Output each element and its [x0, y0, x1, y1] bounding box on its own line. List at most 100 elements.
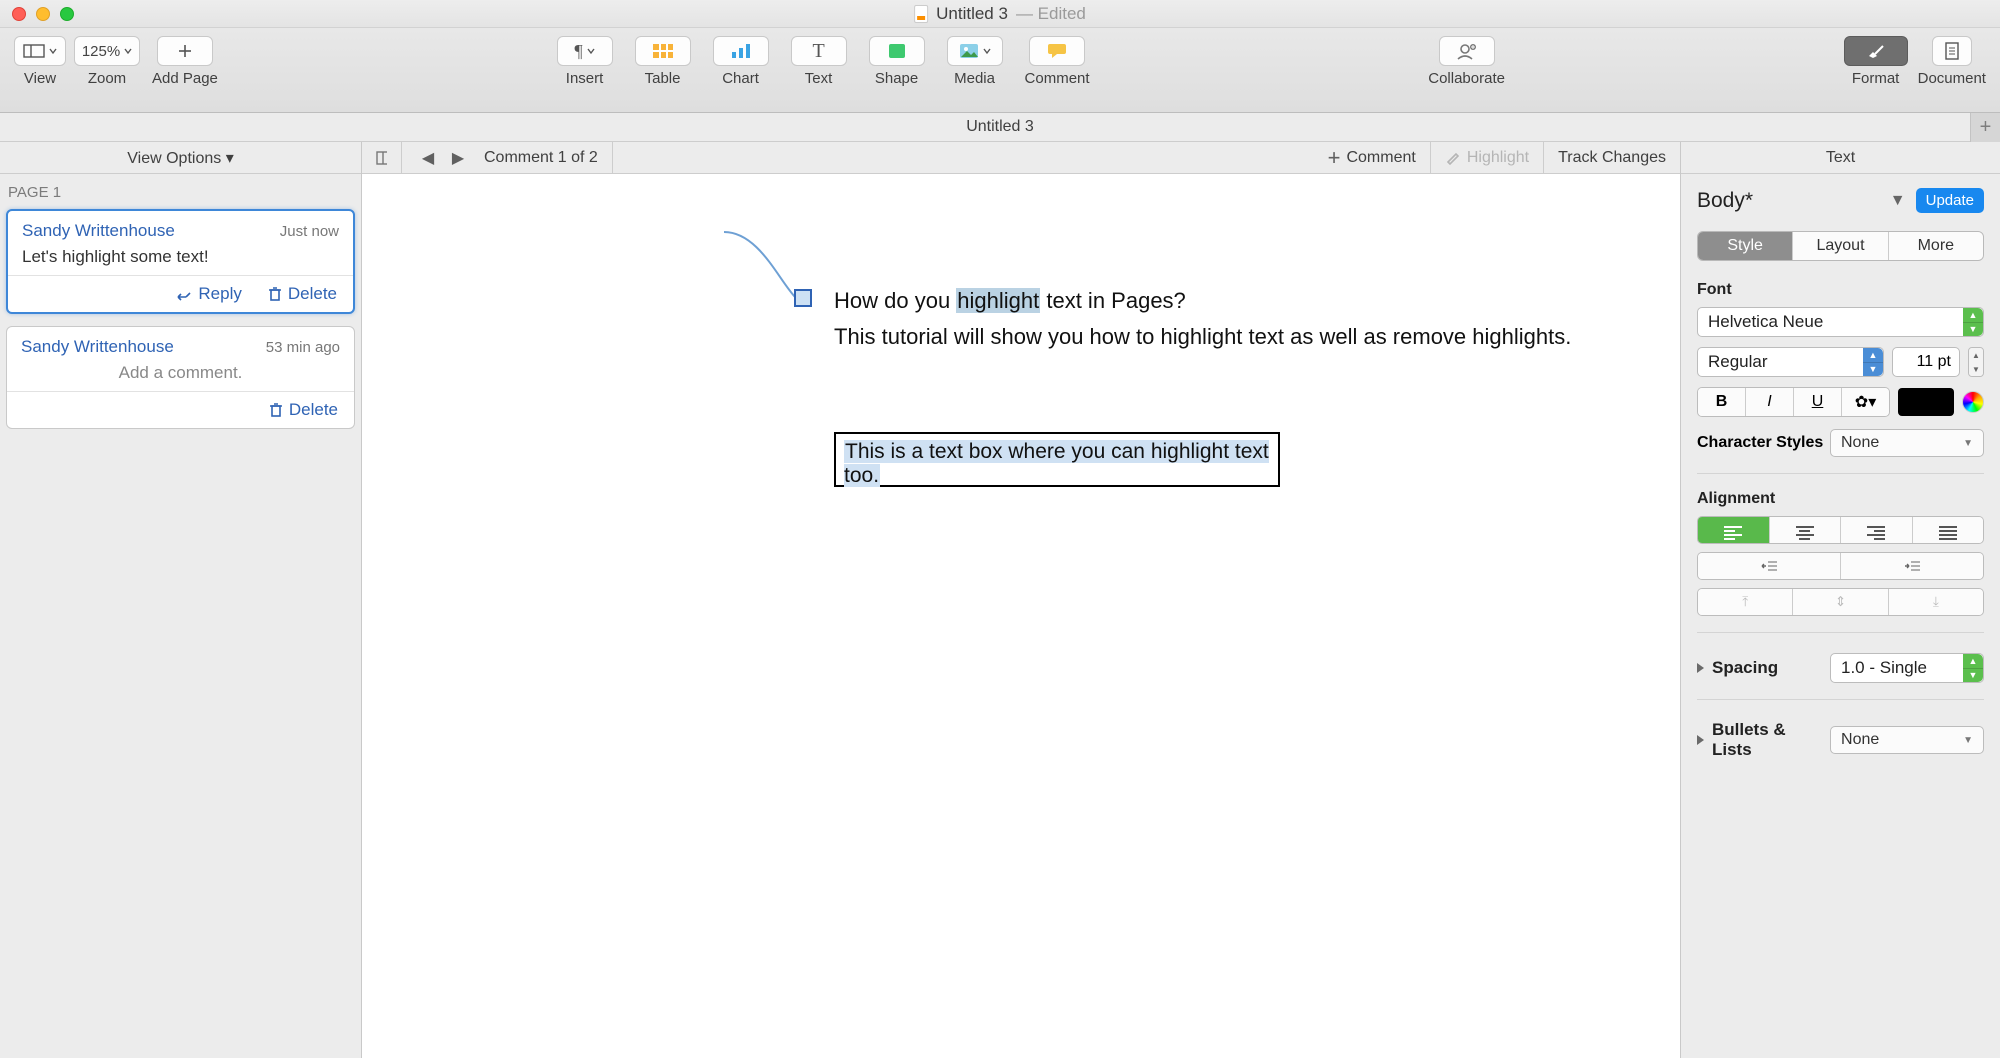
document-tab-title[interactable]: Untitled 3 [966, 118, 1034, 136]
valign-top-button[interactable]: ⤒ [1698, 589, 1793, 615]
delete-button[interactable]: Delete [268, 284, 337, 304]
insert-button[interactable]: ¶ [557, 36, 613, 66]
text-button[interactable]: T [791, 36, 847, 66]
comment-time: 53 min ago [266, 339, 340, 356]
comment-card[interactable]: Sandy Writtenhouse 53 min ago Add a comm… [6, 326, 355, 429]
character-styles-picker[interactable]: None▼ [1830, 429, 1984, 457]
chart-group: Chart [713, 32, 769, 112]
window-controls [12, 7, 74, 21]
close-window-button[interactable] [12, 7, 26, 21]
media-icon [959, 43, 979, 59]
document-button[interactable] [1932, 36, 1972, 66]
alignment-section-label: Alignment [1697, 490, 1984, 508]
insert-group: ¶ Insert [557, 32, 613, 112]
collaborate-group: Collaborate [1428, 32, 1505, 112]
font-size-field[interactable]: 11 pt [1892, 347, 1960, 377]
paragraph-style-name[interactable]: Body* [1697, 189, 1753, 213]
format-inspector: Text Body* ▼ Update Style Layout More Fo… [1680, 142, 2000, 1058]
align-justify-button[interactable] [1913, 517, 1984, 543]
maximize-window-button[interactable] [60, 7, 74, 21]
text-color-swatch[interactable] [1898, 388, 1954, 416]
document-area: ◀ ▶ Comment 1 of 2 +Comment Highlight Tr… [362, 142, 1680, 1058]
add-page-group: Add Page [152, 32, 218, 112]
collaborate-button[interactable] [1439, 36, 1495, 66]
paragraph[interactable]: How do you highlight text in Pages? [834, 288, 1650, 314]
horizontal-alignment [1697, 516, 1984, 544]
disclosure-triangle-icon[interactable] [1697, 735, 1704, 745]
view-group: View [14, 32, 66, 112]
text-options-button[interactable]: ✿▾ [1842, 388, 1889, 416]
new-tab-button[interactable]: + [1970, 113, 2000, 142]
character-styles-label: Character Styles [1697, 434, 1823, 452]
valign-middle-button[interactable]: ⇕ [1793, 589, 1888, 615]
underline-button[interactable]: U [1794, 388, 1842, 416]
table-icon [652, 43, 674, 59]
outdent-button[interactable] [1698, 553, 1841, 579]
italic-button[interactable]: I [1746, 388, 1794, 416]
tab-style[interactable]: Style [1698, 232, 1793, 260]
text-box[interactable]: This is a text box where you can highlig… [834, 432, 1280, 487]
comment-marker[interactable] [794, 289, 812, 307]
inspector-title: Text [1681, 142, 2000, 174]
comment-group: Comment [1025, 32, 1090, 112]
next-comment-button[interactable]: ▶ [446, 146, 470, 170]
view-label: View [24, 70, 56, 87]
zoom-button[interactable]: 125% [74, 36, 140, 66]
document-tab-bar: Untitled 3 + [0, 113, 2000, 142]
font-size-stepper[interactable]: ▲▼ [1968, 347, 1984, 377]
disclosure-triangle-icon[interactable] [1697, 663, 1704, 673]
text-style-buttons: B I U ✿▾ [1697, 387, 1890, 417]
comment-placeholder[interactable]: Add a comment. [21, 363, 340, 383]
color-wheel-icon[interactable] [1962, 391, 1984, 413]
highlighted-text: highlight [956, 288, 1040, 313]
document-canvas[interactable]: How do you highlight text in Pages? This… [362, 174, 1680, 1058]
text-group: T Text [791, 32, 847, 112]
add-page-button[interactable] [157, 36, 213, 66]
table-button[interactable] [635, 36, 691, 66]
zoom-group: 125% Zoom [74, 32, 140, 112]
prev-comment-button[interactable]: ◀ [416, 146, 440, 170]
chart-button[interactable] [713, 36, 769, 66]
delete-button[interactable]: Delete [269, 400, 338, 420]
font-style-picker[interactable]: Regular ▲▼ [1697, 347, 1884, 377]
zoom-label: Zoom [88, 70, 126, 87]
view-options-dropdown[interactable]: View Options ▾ [0, 142, 361, 174]
line-spacing-picker[interactable]: 1.0 - Single ▲▼ [1830, 653, 1984, 683]
valign-bottom-button[interactable]: ⤓ [1889, 589, 1983, 615]
align-right-button[interactable] [1841, 517, 1913, 543]
view-button[interactable] [14, 36, 66, 66]
format-button[interactable] [1844, 36, 1908, 66]
shape-button[interactable] [869, 36, 925, 66]
comment-card[interactable]: Sandy Writtenhouse Just now Let's highli… [6, 209, 355, 314]
align-center-button[interactable] [1770, 517, 1842, 543]
track-changes-button[interactable]: Track Changes [1544, 142, 1680, 173]
comment-time: Just now [280, 223, 339, 240]
tab-more[interactable]: More [1889, 232, 1983, 260]
font-family-picker[interactable]: Helvetica Neue ▲▼ [1697, 307, 1984, 337]
indent-button[interactable] [1841, 553, 1983, 579]
reply-button[interactable]: Reply [176, 284, 241, 304]
update-style-button[interactable]: Update [1916, 188, 1984, 213]
paragraph-style-chevron-icon[interactable]: ▼ [1890, 192, 1906, 210]
add-page-label: Add Page [152, 70, 218, 87]
comment-body: Let's highlight some text! [22, 247, 339, 267]
document-group: Document [1918, 32, 1986, 112]
inspector-tabs: Style Layout More [1697, 231, 1984, 261]
highlight-button[interactable]: Highlight [1431, 142, 1544, 173]
media-button[interactable] [947, 36, 1003, 66]
align-left-button[interactable] [1698, 517, 1770, 543]
paintbrush-icon [1866, 43, 1886, 59]
comment-connector [724, 226, 796, 316]
table-group: Table [635, 32, 691, 112]
bullets-picker[interactable]: None▼ [1830, 726, 1984, 754]
bold-button[interactable]: B [1698, 388, 1746, 416]
tab-layout[interactable]: Layout [1793, 232, 1888, 260]
add-comment-button[interactable]: +Comment [1314, 142, 1431, 173]
window-title-text: Untitled 3 [936, 4, 1008, 24]
media-group: Media [947, 32, 1003, 112]
comment-button[interactable] [1029, 36, 1085, 66]
toggle-sidebar-button[interactable] [362, 142, 402, 173]
minimize-window-button[interactable] [36, 7, 50, 21]
vertical-alignment: ⤒ ⇕ ⤓ [1697, 588, 1984, 616]
paragraph[interactable]: This tutorial will show you how to highl… [834, 324, 1650, 350]
